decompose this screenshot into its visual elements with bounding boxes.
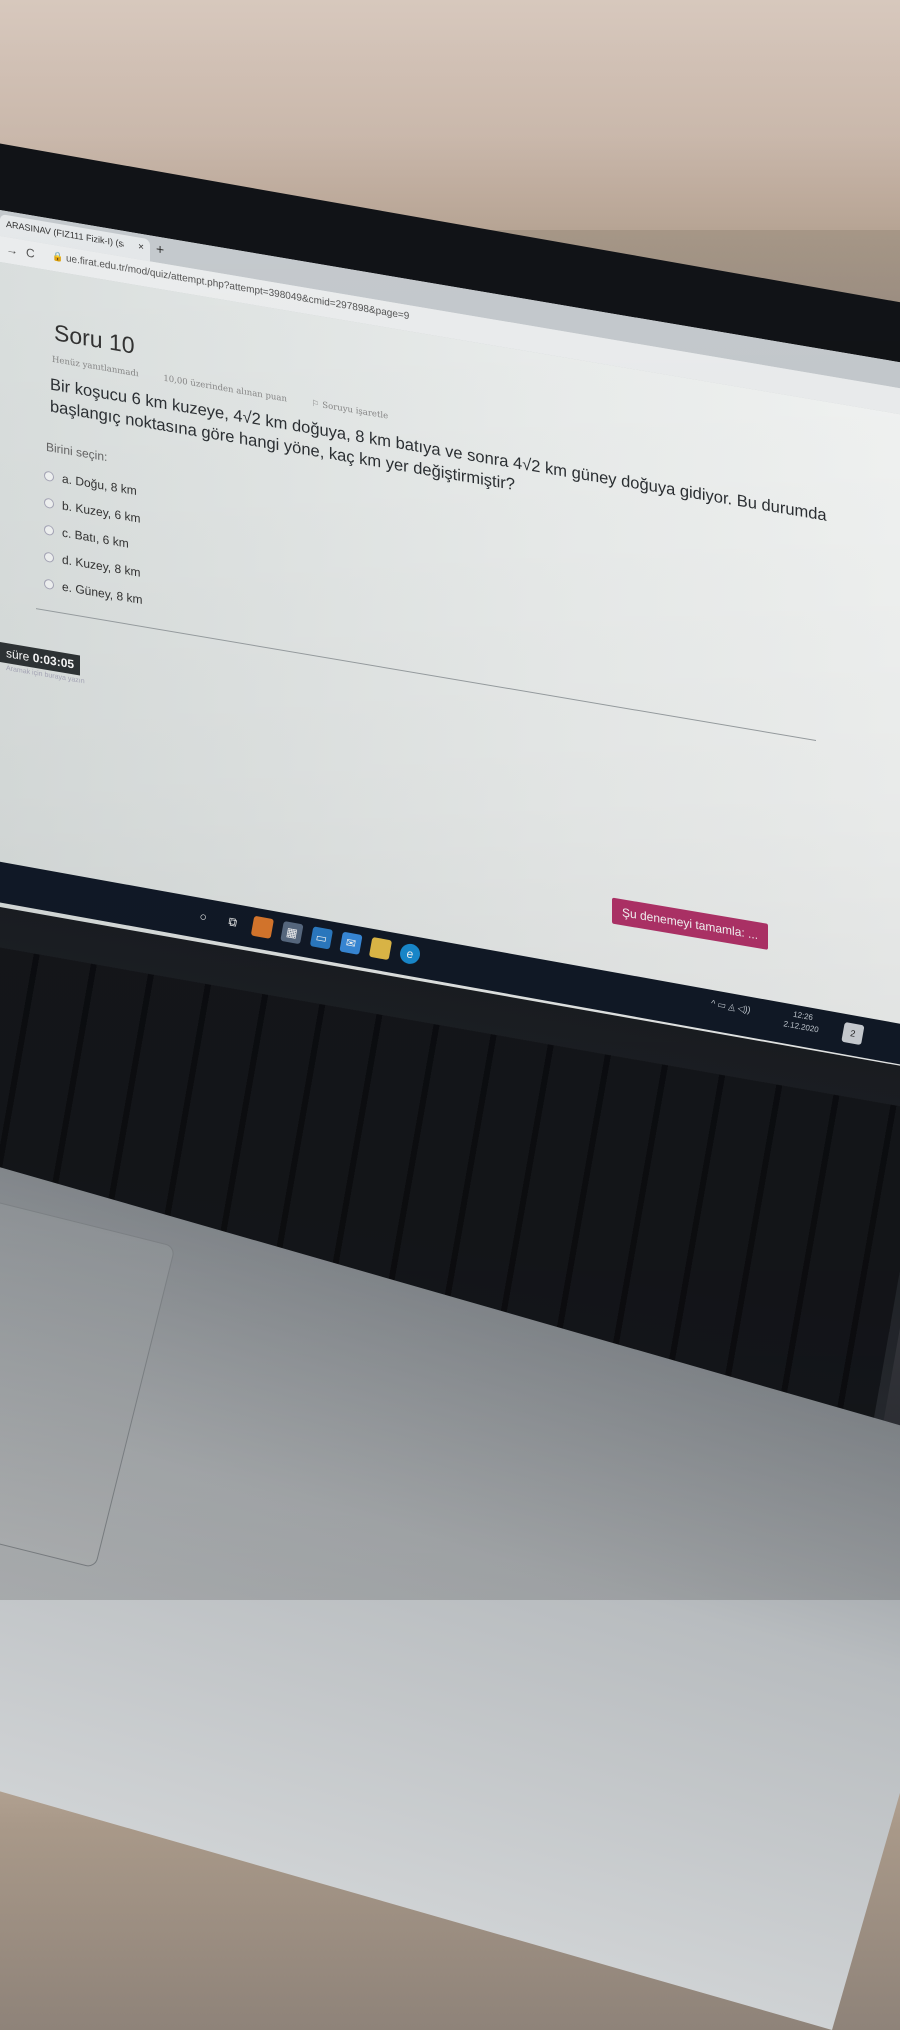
- radio-button[interactable]: [44, 577, 54, 590]
- divider: [36, 608, 816, 742]
- cortana-icon[interactable]: ○: [192, 905, 215, 928]
- notification-icon[interactable]: 2: [841, 1021, 865, 1046]
- timer-label: süre: [6, 646, 30, 664]
- flag-label: Soruyu işaretle: [322, 400, 389, 422]
- monitor-icon[interactable]: ▭: [309, 926, 334, 950]
- radio-button[interactable]: [44, 550, 54, 563]
- reload-icon[interactable]: C: [26, 245, 35, 260]
- radio-button[interactable]: [44, 496, 54, 509]
- question-text: Bir koşucu 6 km kuzeye, 4√2 km doğuya, 8…: [50, 375, 827, 525]
- clock-date: 2.12.2020: [782, 1019, 820, 1035]
- store-icon[interactable]: ▦: [280, 920, 304, 945]
- radio-button[interactable]: [44, 523, 54, 536]
- mail-icon[interactable]: ✉: [339, 931, 363, 955]
- app-icon[interactable]: [250, 915, 275, 939]
- radio-button[interactable]: [44, 469, 54, 482]
- lock-icon: 🔒: [52, 250, 64, 263]
- tab-close-icon[interactable]: ×: [138, 241, 144, 253]
- new-tab-button[interactable]: +: [156, 240, 164, 257]
- flag-icon: ⚐: [311, 398, 320, 410]
- folder-icon[interactable]: [368, 936, 393, 961]
- system-clock[interactable]: 12:26 2.12.2020: [783, 1007, 822, 1035]
- timer-value: 0:03:05: [32, 650, 75, 672]
- forward-icon[interactable]: →: [6, 242, 18, 258]
- tray-icons[interactable]: ^ ▭ ◬ ◁)): [710, 998, 751, 1016]
- edge-icon[interactable]: e: [398, 942, 422, 966]
- task-view-icon[interactable]: ⧉: [221, 910, 244, 933]
- question-title: Soru 10: [54, 319, 135, 359]
- answer-label: e. Güney, 8 km: [62, 578, 143, 607]
- finish-attempt-button[interactable]: Şu denemeyi tamamla: ...: [612, 897, 769, 950]
- choose-label: Birini seçin:: [46, 439, 108, 465]
- answer-list: a. Doğu, 8 km b. Kuzey, 6 km c. Batı, 6 …: [44, 461, 142, 613]
